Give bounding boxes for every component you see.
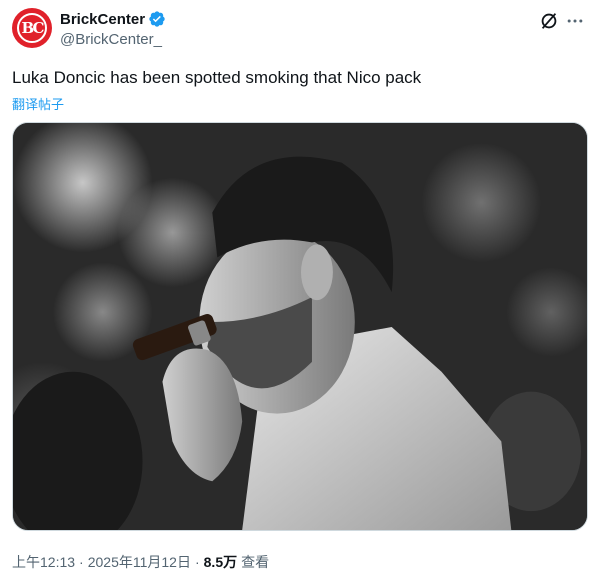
avatar-logo: BC	[17, 13, 47, 43]
author-avatar[interactable]: BC	[12, 8, 52, 48]
tweet-header: BC BrickCenter @BrickCenter_	[12, 8, 588, 52]
tweet-photo[interactable]	[12, 122, 588, 531]
views-count: 8.5万	[203, 554, 238, 570]
verified-badge-icon	[148, 10, 166, 28]
views-label: 查看	[241, 554, 270, 570]
name-row: BrickCenter	[60, 9, 166, 29]
grok-icon[interactable]	[538, 10, 560, 32]
tweet-date[interactable]: 2025年11月12日	[88, 552, 191, 572]
author-handle[interactable]: @BrickCenter_	[60, 31, 166, 48]
meta-separator-2: ·	[194, 554, 200, 570]
translate-post-link[interactable]: 翻译帖子	[12, 94, 64, 113]
more-options-icon[interactable]	[564, 10, 586, 32]
author-display-name[interactable]: BrickCenter	[60, 11, 145, 28]
meta-separator: ·	[79, 554, 84, 570]
tweet-time[interactable]: 上午12:13	[12, 552, 75, 572]
tweet-text: Luka Doncic has been spotted smoking tha…	[12, 68, 422, 87]
photo-illustration	[13, 123, 587, 530]
author-info: BrickCenter @BrickCenter_	[60, 9, 166, 48]
tweet-meta: 上午12:13 · 2025年11月12日 · 8.5万 查看	[12, 552, 269, 572]
